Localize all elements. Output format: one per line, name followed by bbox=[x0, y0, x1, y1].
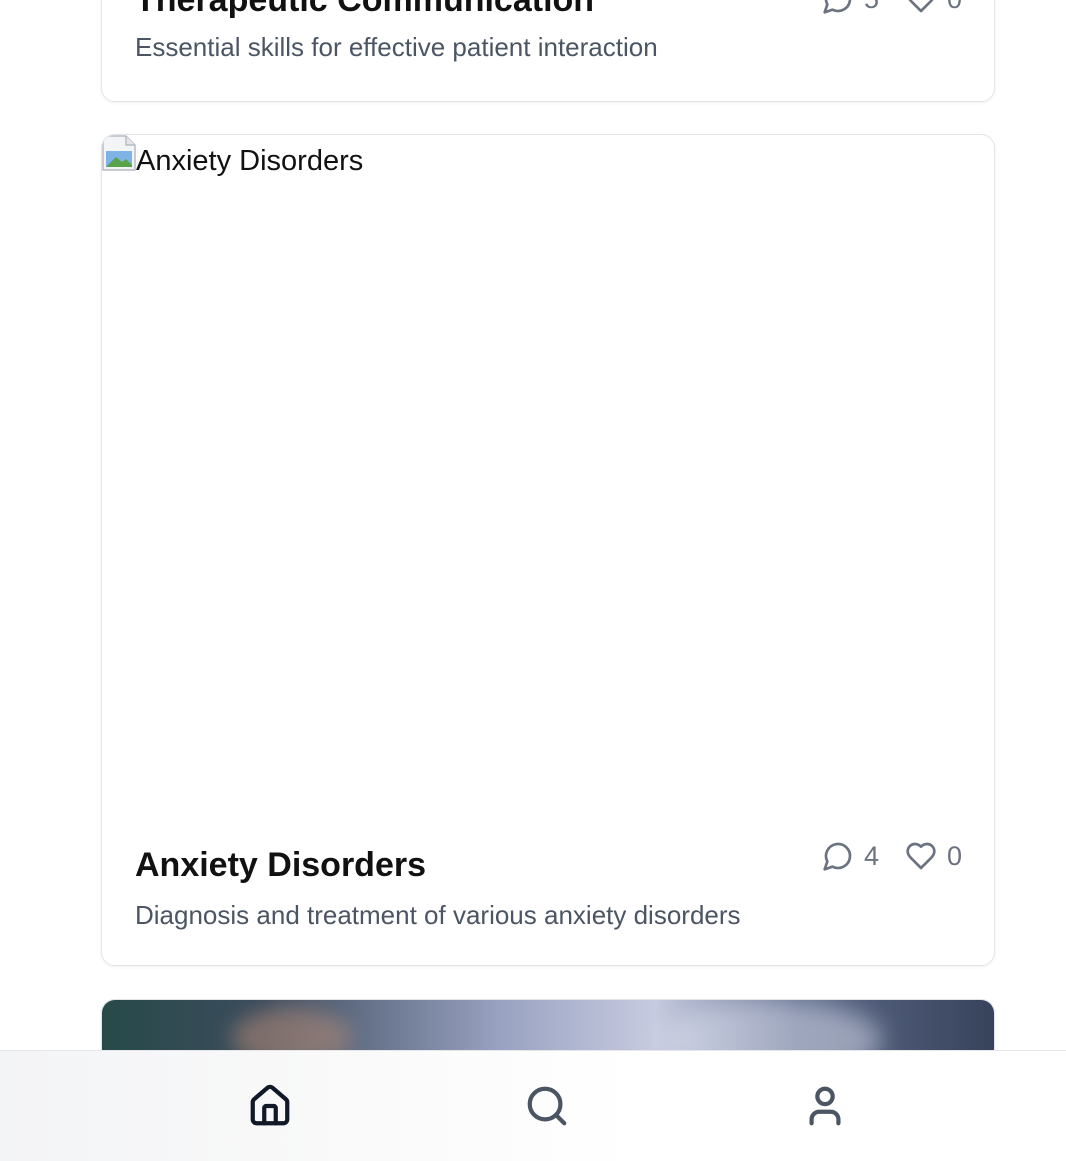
like-count-value: 0 bbox=[947, 0, 962, 15]
profile-icon bbox=[802, 1083, 848, 1134]
card-stats: 4 0 bbox=[822, 840, 962, 872]
topic-card[interactable]: Therapeutic Communication 5 0 Essential … bbox=[101, 0, 995, 102]
comment-icon bbox=[822, 840, 854, 872]
heart-icon bbox=[905, 0, 937, 15]
like-count[interactable]: 0 bbox=[905, 0, 962, 15]
card-description: Essential skills for effective patient i… bbox=[135, 32, 658, 62]
comment-count[interactable]: 4 bbox=[822, 840, 879, 872]
comment-icon bbox=[822, 0, 854, 15]
card-image: Anxiety Disorders bbox=[102, 135, 994, 817]
bottom-nav bbox=[0, 1050, 1066, 1161]
nav-home-button[interactable] bbox=[245, 1083, 295, 1133]
like-count[interactable]: 0 bbox=[905, 840, 962, 872]
nav-search-button[interactable] bbox=[522, 1083, 572, 1133]
nav-profile-button[interactable] bbox=[800, 1083, 850, 1133]
photo-detail bbox=[232, 1008, 352, 1050]
broken-image: Anxiety Disorders bbox=[102, 135, 363, 178]
home-icon bbox=[247, 1083, 293, 1134]
feed-list: Therapeutic Communication 5 0 Essential … bbox=[0, 0, 1066, 1050]
heart-icon bbox=[905, 840, 937, 872]
like-count-value: 0 bbox=[946, 840, 962, 871]
topic-card[interactable] bbox=[101, 999, 995, 1050]
comment-count-value: 5 bbox=[864, 0, 879, 15]
broken-image-alt-text: Anxiety Disorders bbox=[136, 145, 364, 177]
card-stats: 5 0 bbox=[822, 0, 962, 15]
card-description: Diagnosis and treatment of various anxie… bbox=[135, 900, 741, 930]
card-title: Therapeutic Communication bbox=[135, 0, 595, 19]
search-icon bbox=[524, 1083, 570, 1134]
card-title: Anxiety Disorders bbox=[135, 846, 426, 884]
card-image bbox=[102, 1000, 994, 1050]
broken-image-icon bbox=[102, 135, 136, 176]
comment-count-value: 4 bbox=[863, 840, 879, 871]
topic-card[interactable]: Anxiety Disorders Anxiety Disorders 4 0 … bbox=[101, 134, 995, 966]
comment-count[interactable]: 5 bbox=[822, 0, 879, 15]
photo-detail bbox=[662, 1000, 882, 1050]
